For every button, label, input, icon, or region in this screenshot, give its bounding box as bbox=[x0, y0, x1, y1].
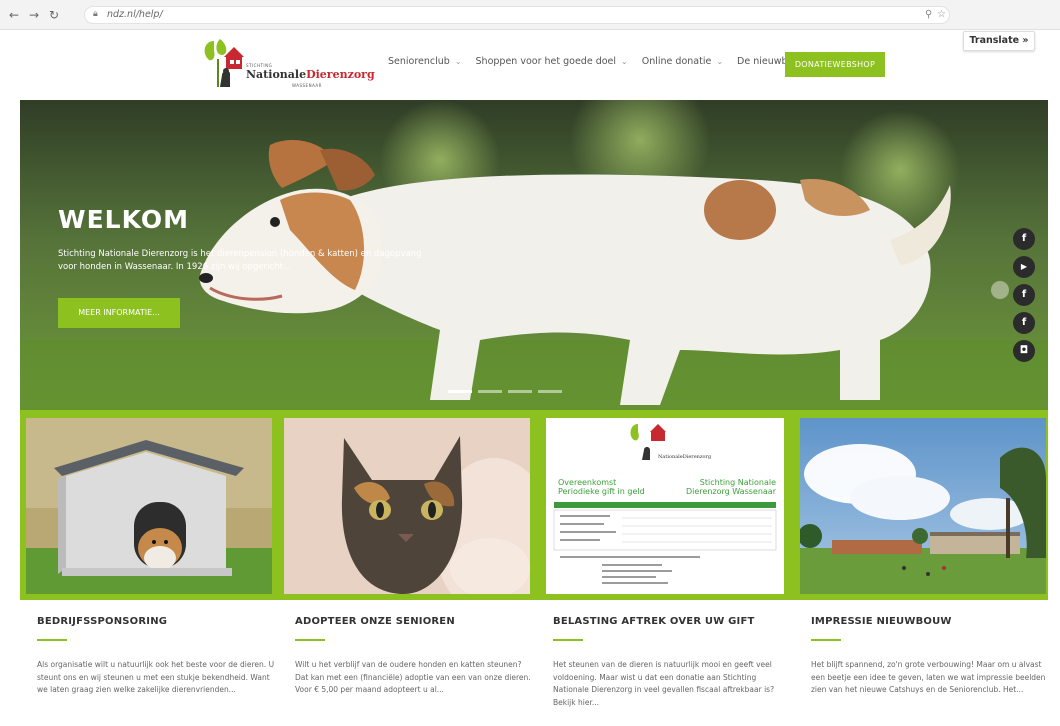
tile-bedrijfssponsoring[interactable] bbox=[26, 418, 272, 594]
doghouse-image bbox=[26, 418, 272, 594]
back-icon[interactable]: ← bbox=[6, 7, 22, 23]
site-header: STICHTING NationaleDierenzorg WASSENAAR … bbox=[20, 31, 1048, 100]
url-text: ndz.nl/help/ bbox=[107, 9, 163, 20]
chevron-down-icon: ⌄ bbox=[716, 57, 724, 66]
column-title[interactable]: ADOPTEER ONZE SENIOREN bbox=[295, 616, 535, 627]
column-text: Het blijft spannend, zo'n grote verbouwi… bbox=[811, 660, 1046, 694]
instagram-icon[interactable]: ◘ bbox=[1013, 340, 1035, 362]
column-title[interactable]: IMPRESSIE NIEUWBOUW bbox=[811, 616, 1051, 627]
column-impressie-nieuwbouw: IMPRESSIE NIEUWBOUW Het blijft spannend,… bbox=[811, 610, 1051, 697]
feature-tiles: NationaleDierenzorg Overeenkomst Periodi… bbox=[20, 410, 1048, 600]
column-belasting-aftrek: BELASTING AFTREK OVER UW GIFT Het steune… bbox=[553, 610, 793, 709]
title-underline bbox=[553, 639, 583, 641]
new-building-impression-image bbox=[800, 418, 1046, 594]
address-bar[interactable]: 🔒︎ ndz.nl/help/ ⚲ ☆ bbox=[84, 6, 950, 24]
column-bedrijfssponsoring: BEDRIJFSSPONSORING Als organisatie wilt … bbox=[37, 610, 277, 697]
column-title[interactable]: BELASTING AFTREK OVER UW GIFT bbox=[553, 616, 793, 627]
chevron-down-icon: ⌄ bbox=[621, 57, 628, 66]
title-underline bbox=[37, 639, 67, 641]
column-text: Het steunen van de dieren is natuurlijk … bbox=[553, 660, 775, 707]
facebook-icon[interactable]: f bbox=[1013, 312, 1035, 334]
logo-location-label: WASSENAAR bbox=[292, 83, 322, 88]
slider-dot[interactable] bbox=[448, 390, 472, 393]
column-text: Als organisatie wilt u natuurlijk ook he… bbox=[37, 660, 275, 694]
logo-name: NationaleDierenzorg bbox=[246, 68, 375, 81]
lock-icon: 🔒︎ bbox=[93, 9, 98, 19]
slider-dot[interactable] bbox=[538, 390, 562, 393]
column-text: Wilt u het verblijf van de oudere honden… bbox=[295, 660, 531, 694]
facebook-icon[interactable]: f bbox=[1013, 228, 1035, 250]
form-title-left: Overeenkomst Periodieke gift in geld bbox=[558, 478, 645, 496]
hero-title: WELKOM bbox=[58, 205, 189, 234]
slider-dot[interactable] bbox=[508, 390, 532, 393]
bookmark-star-icon[interactable]: ☆ bbox=[937, 9, 946, 20]
slider-pagination bbox=[448, 390, 562, 393]
main-menu: Seniorenclub ⌄ Shoppen voor het goede doe… bbox=[388, 56, 821, 67]
hero-text: Stichting Nationale Dierenzorg is het di… bbox=[58, 249, 422, 272]
title-underline bbox=[295, 639, 325, 641]
svg-text:NationaleDierenzorg: NationaleDierenzorg bbox=[658, 454, 712, 460]
youtube-icon[interactable]: ▶ bbox=[1013, 256, 1035, 278]
menu-item-online-donatie[interactable]: Online donatie ⌄ bbox=[642, 56, 723, 67]
tile-impressie-nieuwbouw[interactable] bbox=[800, 418, 1046, 594]
column-title[interactable]: BEDRIJFSSPONSORING bbox=[37, 616, 277, 627]
slider-dot[interactable] bbox=[478, 390, 502, 393]
donation-form-image: NationaleDierenzorg bbox=[542, 418, 788, 594]
tile-belasting-aftrek[interactable]: NationaleDierenzorg Overeenkomst Periodi… bbox=[542, 418, 788, 594]
reload-icon[interactable]: ↻ bbox=[46, 7, 62, 23]
tile-adopteer-senioren[interactable] bbox=[284, 418, 530, 594]
menu-item-seniorenclub[interactable]: Seniorenclub ⌄ bbox=[388, 56, 462, 67]
menu-item-shoppen[interactable]: Shoppen voor het goede doel ⌄ bbox=[476, 56, 628, 67]
cat-image bbox=[284, 418, 530, 594]
hero-slider: WELKOM Stichting Nationale Dierenzorg is… bbox=[20, 100, 1048, 410]
forward-icon[interactable]: → bbox=[26, 7, 42, 23]
facebook-icon[interactable]: f bbox=[1013, 284, 1035, 306]
site-logo[interactable]: STICHTING NationaleDierenzorg WASSENAAR bbox=[200, 37, 375, 93]
donatiewebshop-button[interactable]: DONATIEWEBSHOP bbox=[785, 52, 885, 77]
chevron-down-icon: ⌄ bbox=[454, 57, 462, 66]
meer-informatie-button[interactable]: MEER INFORMATIE... bbox=[58, 298, 180, 328]
zoom-icon[interactable]: ⚲ bbox=[925, 9, 932, 20]
title-underline bbox=[811, 639, 841, 641]
translate-button[interactable]: Translate » bbox=[963, 31, 1035, 51]
form-title-right: Stichting Nationale Dierenzorg Wassenaar bbox=[686, 478, 776, 496]
column-adopteer-senioren: ADOPTEER ONZE SENIOREN Wilt u het verbli… bbox=[295, 610, 535, 697]
browser-toolbar: ← → ↻ 🔒︎ ndz.nl/help/ ⚲ ☆ bbox=[0, 0, 1060, 30]
